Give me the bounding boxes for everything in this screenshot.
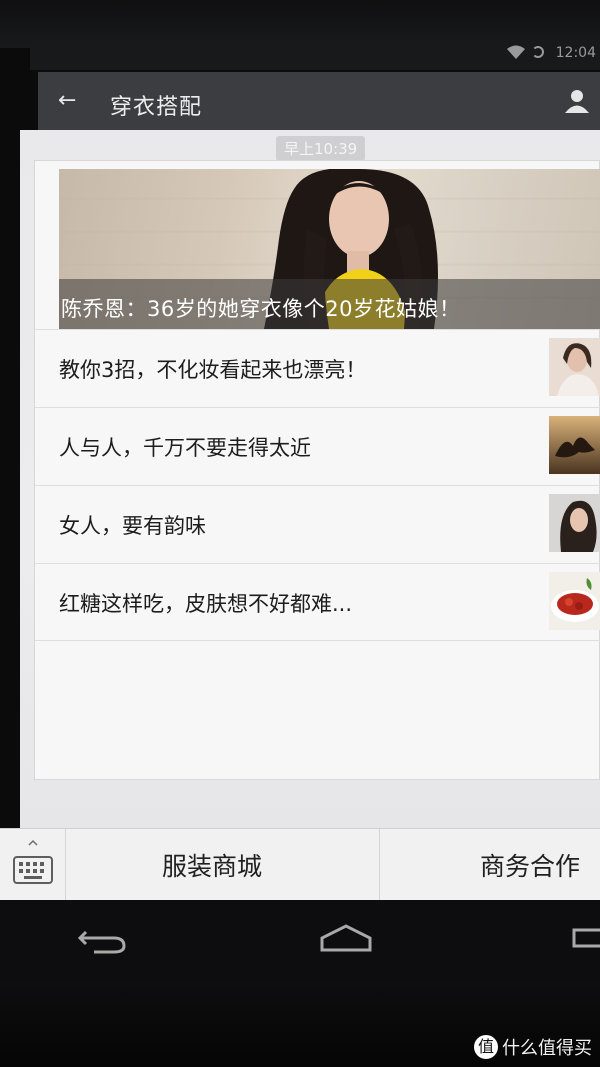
system-navigation-bar bbox=[0, 900, 600, 980]
battery-icon bbox=[532, 46, 544, 58]
list-item[interactable]: 人与人，千万不要走得太近 bbox=[35, 407, 600, 485]
wifi-icon bbox=[507, 45, 525, 59]
menu-button-business-cooperation[interactable]: 商务合作 bbox=[380, 829, 600, 901]
action-bar: ← 穿衣搭配 bbox=[38, 72, 600, 132]
menu-label: 服装商城 bbox=[162, 852, 263, 881]
keyboard-toggle[interactable] bbox=[0, 829, 66, 901]
hero-article[interactable]: 陈乔恩：36岁的她穿衣像个20岁花姑娘！ bbox=[59, 169, 600, 329]
list-item-thumbnail bbox=[549, 572, 600, 630]
watermark-logo: 值 bbox=[474, 1035, 498, 1059]
nav-home-icon[interactable] bbox=[316, 918, 376, 958]
list-item[interactable]: 红糖这样吃，皮肤想不好都难... bbox=[35, 563, 600, 641]
profile-icon[interactable] bbox=[564, 88, 590, 114]
status-bar: 12:04 bbox=[30, 40, 600, 70]
menu-button-clothing-mall[interactable]: 服装商城 bbox=[66, 829, 380, 901]
article-card: 陈乔恩：36岁的她穿衣像个20岁花姑娘！ 教你3招，不化妆看起来也漂亮！ 人与人… bbox=[34, 160, 600, 780]
watermark: 值什么值得买 bbox=[474, 1034, 592, 1060]
list-item-title: 教你3招，不化妆看起来也漂亮！ bbox=[59, 358, 367, 382]
list-item-thumbnail bbox=[549, 494, 600, 552]
list-item-title: 红糖这样吃，皮肤想不好都难... bbox=[59, 592, 353, 616]
list-item-title: 人与人，千万不要走得太近 bbox=[59, 436, 311, 460]
list-item[interactable]: 女人，要有韵味 bbox=[35, 485, 600, 563]
page-title: 穿衣搭配 bbox=[110, 95, 203, 120]
list-item-thumbnail bbox=[549, 338, 600, 396]
list-item-thumbnail bbox=[549, 416, 600, 474]
chat-area: 早上10:39 陈乔恩：36岁的她穿衣像个20岁花姑娘！ 教你3招，不化妆看起来… bbox=[20, 130, 600, 830]
watermark-text: 什么值得买 bbox=[502, 1038, 592, 1059]
menu-label: 商务合作 bbox=[480, 852, 581, 881]
bottom-menu: 服装商城 商务合作 bbox=[0, 828, 600, 901]
nav-back-icon[interactable] bbox=[74, 920, 134, 960]
message-timestamp: 早上10:39 bbox=[276, 136, 366, 161]
hero-caption: 陈乔恩：36岁的她穿衣像个20岁花姑娘！ bbox=[61, 297, 461, 321]
nav-recents-icon[interactable] bbox=[570, 918, 600, 958]
list-item[interactable]: 教你3招，不化妆看起来也漂亮！ bbox=[35, 329, 600, 407]
back-arrow-icon[interactable]: ← bbox=[58, 90, 76, 112]
list-item-title: 女人，要有韵味 bbox=[59, 514, 206, 538]
status-time: 12:04 bbox=[555, 45, 596, 61]
keyboard-icon bbox=[13, 839, 53, 884]
